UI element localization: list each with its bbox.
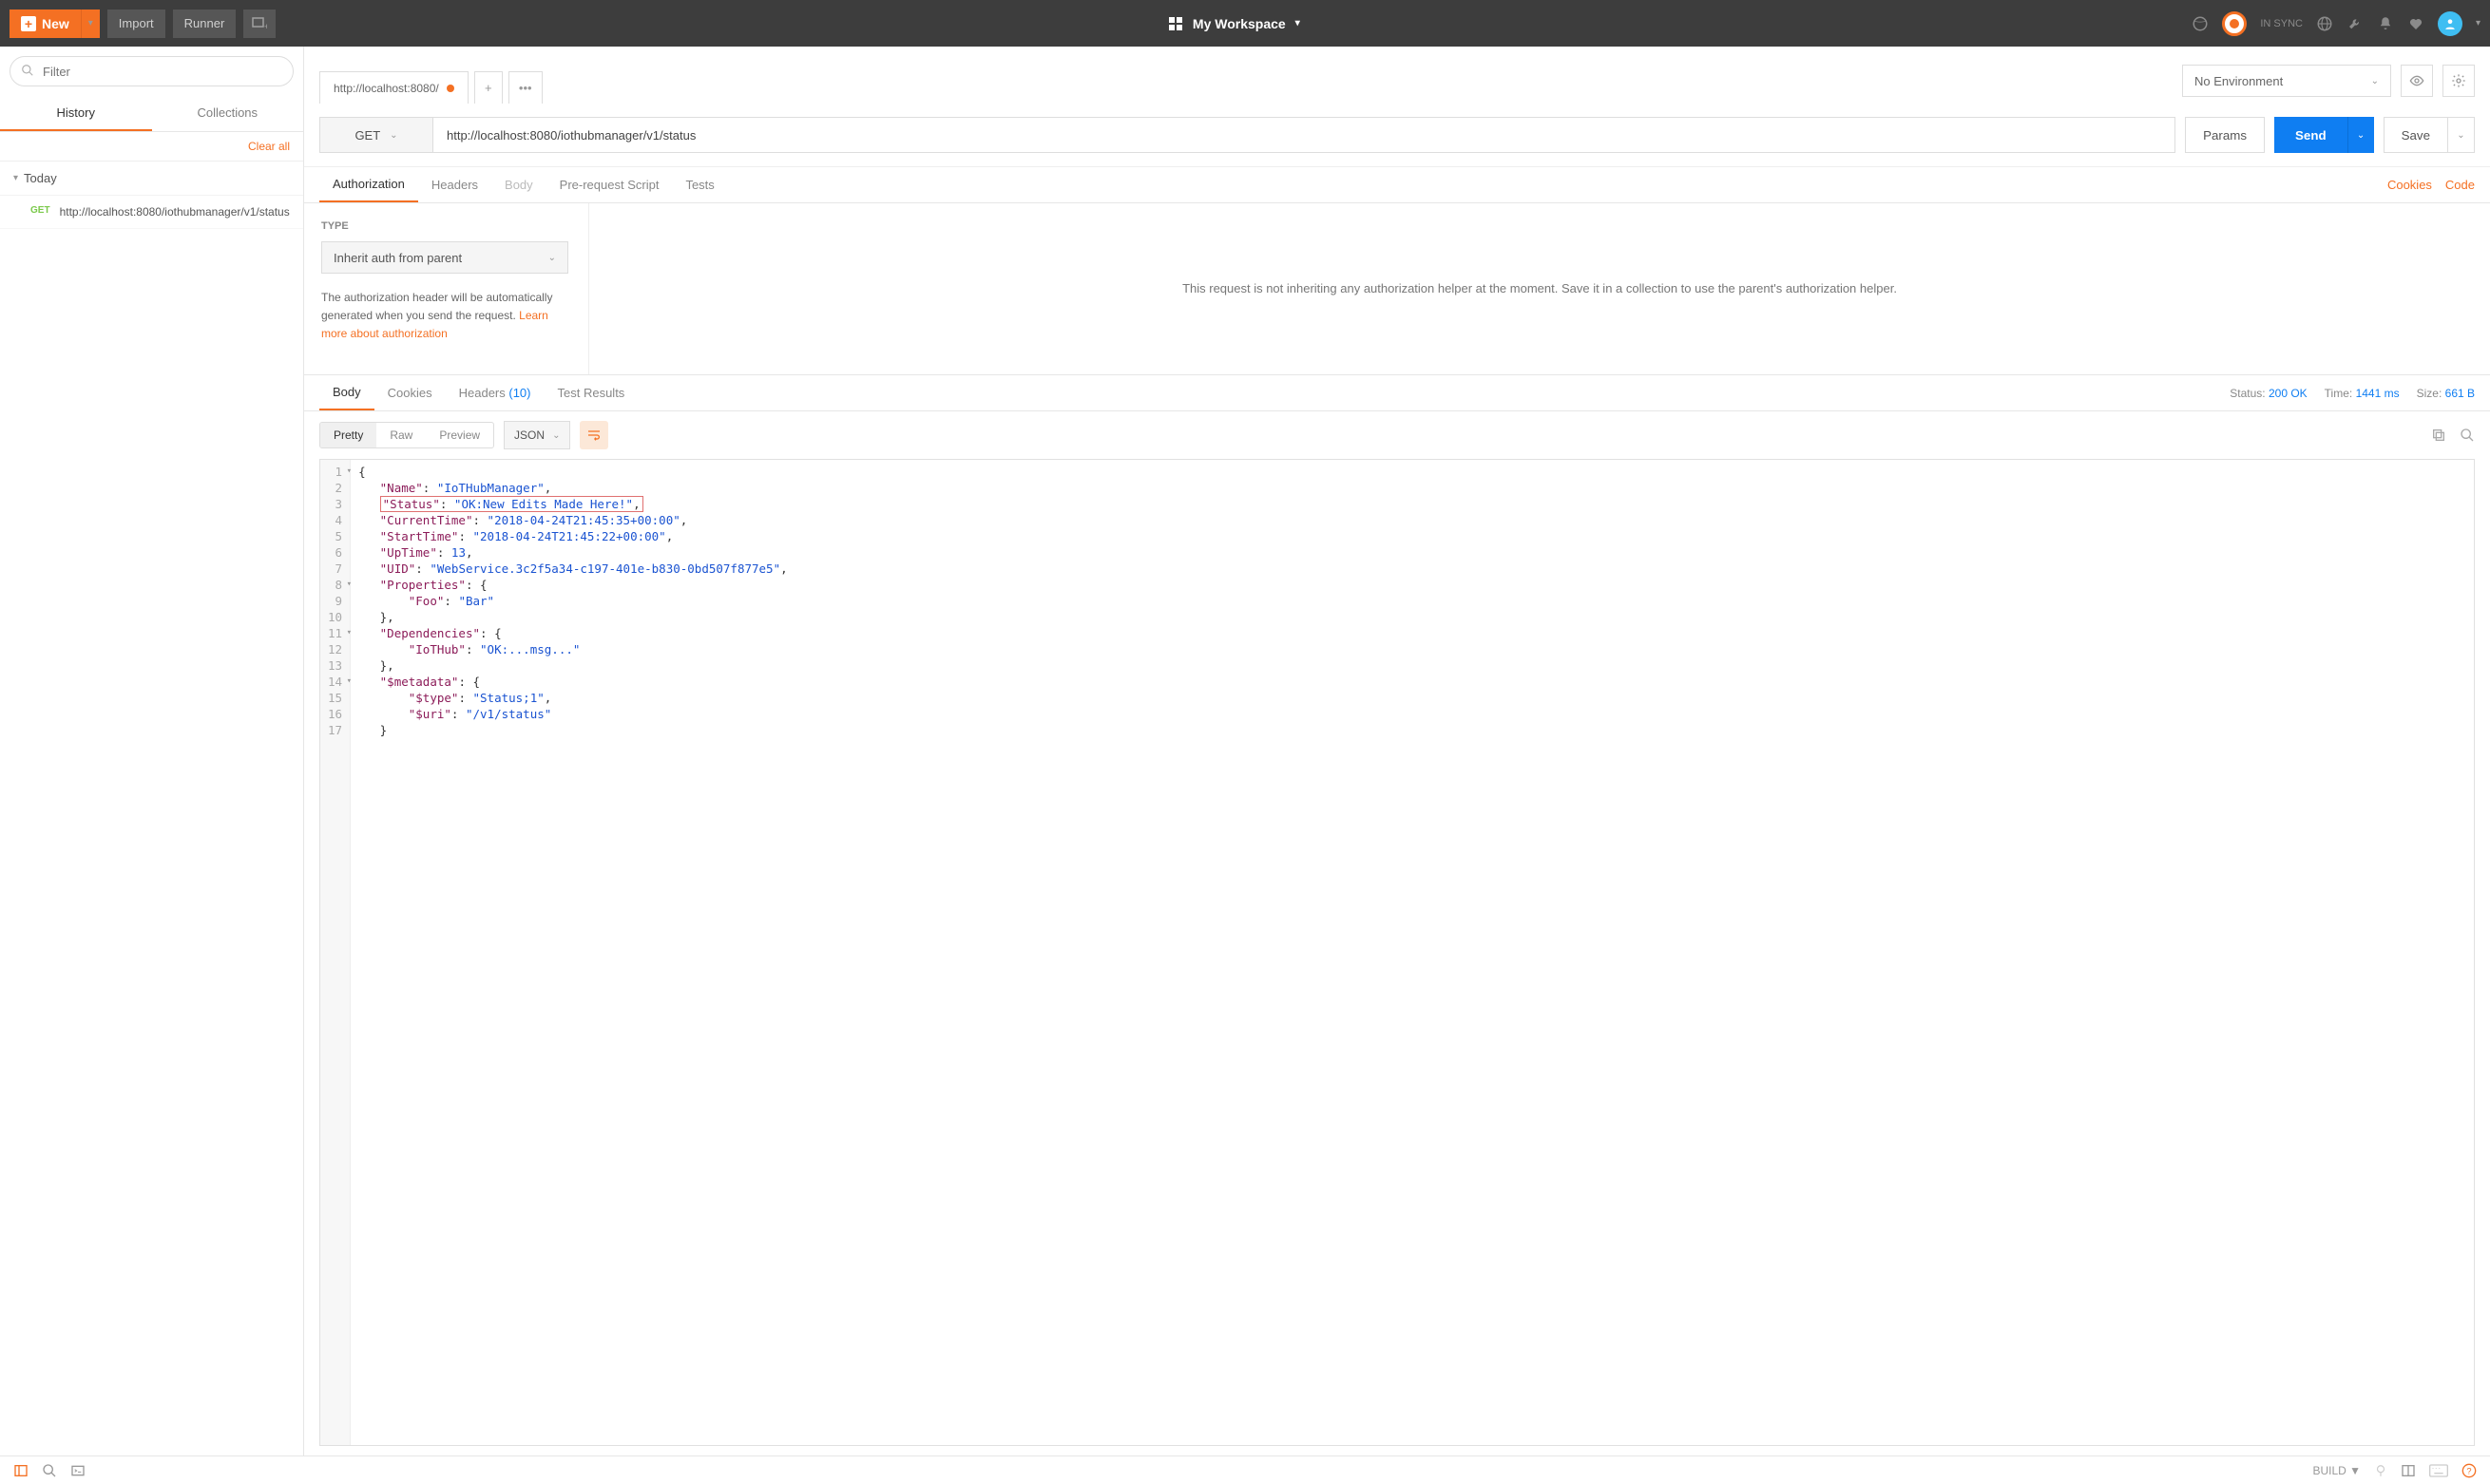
keyboard-icon[interactable] — [2429, 1464, 2448, 1477]
new-tab-button[interactable]: + — [474, 71, 503, 104]
history-method: GET — [30, 203, 50, 220]
globe-icon[interactable] — [2316, 15, 2333, 32]
help-icon[interactable]: ? — [2461, 1463, 2477, 1478]
size-label: Size: 661 B — [2417, 387, 2475, 400]
unsaved-dot-icon — [447, 85, 454, 92]
statusbar: BUILD ▼ ? — [0, 1455, 2490, 1484]
save-dropdown[interactable]: ⌄ — [2448, 117, 2475, 153]
eye-icon — [2409, 73, 2424, 88]
sync-status-icon[interactable] — [2222, 11, 2247, 36]
subtab-headers[interactable]: Headers — [418, 168, 491, 201]
search-icon — [21, 64, 34, 77]
gear-icon — [2451, 73, 2466, 88]
wrap-lines-button[interactable] — [580, 421, 608, 449]
auth-type-select[interactable]: Inherit auth from parent⌄ — [321, 241, 568, 274]
search-response-icon[interactable] — [2460, 428, 2475, 443]
url-input[interactable] — [433, 117, 2175, 153]
plus-icon: + — [21, 16, 36, 31]
auth-description: The authorization header will be automat… — [321, 289, 571, 344]
auth-type-label: TYPE — [321, 220, 571, 232]
resp-tab-cookies[interactable]: Cookies — [374, 376, 446, 409]
resp-tab-body[interactable]: Body — [319, 375, 374, 410]
sync-label: IN SYNC — [2260, 18, 2303, 29]
find-icon[interactable] — [42, 1463, 57, 1478]
import-button[interactable]: Import — [107, 10, 165, 38]
history-item[interactable]: GET http://localhost:8080/iothubmanager/… — [0, 196, 303, 229]
runner-button[interactable]: Runner — [173, 10, 237, 38]
subtab-tests[interactable]: Tests — [672, 168, 727, 201]
workspace-icon — [1168, 16, 1183, 31]
tab-more-button[interactable]: ••• — [508, 71, 543, 104]
satellite-icon[interactable] — [2192, 15, 2209, 32]
panes-icon[interactable] — [2401, 1463, 2416, 1478]
subtab-authorization[interactable]: Authorization — [319, 167, 418, 202]
filter-input[interactable] — [10, 56, 294, 86]
new-button[interactable]: + New — [10, 10, 81, 38]
time-label: Time: 1441 ms — [2325, 387, 2400, 400]
cookies-link[interactable]: Cookies — [2387, 178, 2432, 192]
new-dropdown[interactable]: ▾ — [81, 10, 100, 38]
balloon-icon[interactable] — [2374, 1464, 2387, 1477]
view-pretty[interactable]: Pretty — [320, 423, 376, 447]
env-preview-button[interactable] — [2401, 65, 2433, 97]
subtab-prerequest[interactable]: Pre-request Script — [546, 168, 673, 201]
console-icon[interactable] — [70, 1463, 86, 1478]
topbar: + New ▾ Import Runner + My Workspace ▾ I… — [0, 0, 2490, 47]
copy-icon[interactable] — [2431, 428, 2446, 443]
svg-text:?: ? — [2466, 1466, 2471, 1475]
svg-text:+: + — [264, 22, 267, 31]
save-button[interactable]: Save — [2384, 117, 2448, 153]
subtab-body[interactable]: Body — [491, 168, 546, 201]
new-window-button[interactable]: + — [243, 10, 276, 38]
bell-icon[interactable] — [2377, 15, 2394, 32]
clear-all-link[interactable]: Clear all — [0, 132, 303, 162]
wrap-icon — [586, 428, 602, 443]
window-icon: + — [252, 16, 267, 31]
response-body[interactable]: 1234567891011121314151617 { "Name": "IoT… — [319, 459, 2475, 1446]
environment-select[interactable]: No Environment⌄ — [2182, 65, 2391, 97]
code-link[interactable]: Code — [2445, 178, 2475, 192]
sidebar-toggle-icon[interactable] — [13, 1463, 29, 1478]
avatar[interactable] — [2438, 11, 2462, 36]
status-label: Status: 200 OK — [2230, 387, 2307, 400]
format-select[interactable]: JSON⌄ — [504, 421, 570, 449]
params-button[interactable]: Params — [2185, 117, 2265, 153]
request-tab[interactable]: http://localhost:8080/ — [319, 71, 469, 104]
view-raw[interactable]: Raw — [376, 423, 426, 447]
user-icon — [2443, 17, 2457, 30]
build-label[interactable]: BUILD ▼ — [2312, 1464, 2361, 1477]
env-settings-button[interactable] — [2442, 65, 2475, 97]
content: http://localhost:8080/ + ••• No Environm… — [304, 47, 2490, 1455]
heart-icon[interactable] — [2407, 15, 2424, 32]
workspace-title[interactable]: My Workspace — [1193, 16, 1286, 31]
view-mode-group: Pretty Raw Preview — [319, 422, 494, 448]
wrench-icon[interactable] — [2346, 15, 2364, 32]
view-preview[interactable]: Preview — [426, 423, 493, 447]
history-url: http://localhost:8080/iothubmanager/v1/s… — [60, 203, 290, 220]
resp-tab-test-results[interactable]: Test Results — [545, 376, 639, 409]
tab-history[interactable]: History — [0, 96, 152, 131]
auth-helper-message: This request is not inheriting any autho… — [589, 203, 2490, 374]
method-select[interactable]: GET⌄ — [319, 117, 433, 153]
sidebar: History Collections Clear all ▾ Today GE… — [0, 47, 304, 1455]
send-button[interactable]: Send — [2274, 117, 2347, 153]
tab-collections[interactable]: Collections — [152, 96, 304, 131]
send-dropdown[interactable]: ⌄ — [2347, 117, 2374, 153]
resp-tab-headers[interactable]: Headers (10) — [446, 376, 545, 409]
history-group-today[interactable]: ▾ Today — [0, 162, 303, 196]
